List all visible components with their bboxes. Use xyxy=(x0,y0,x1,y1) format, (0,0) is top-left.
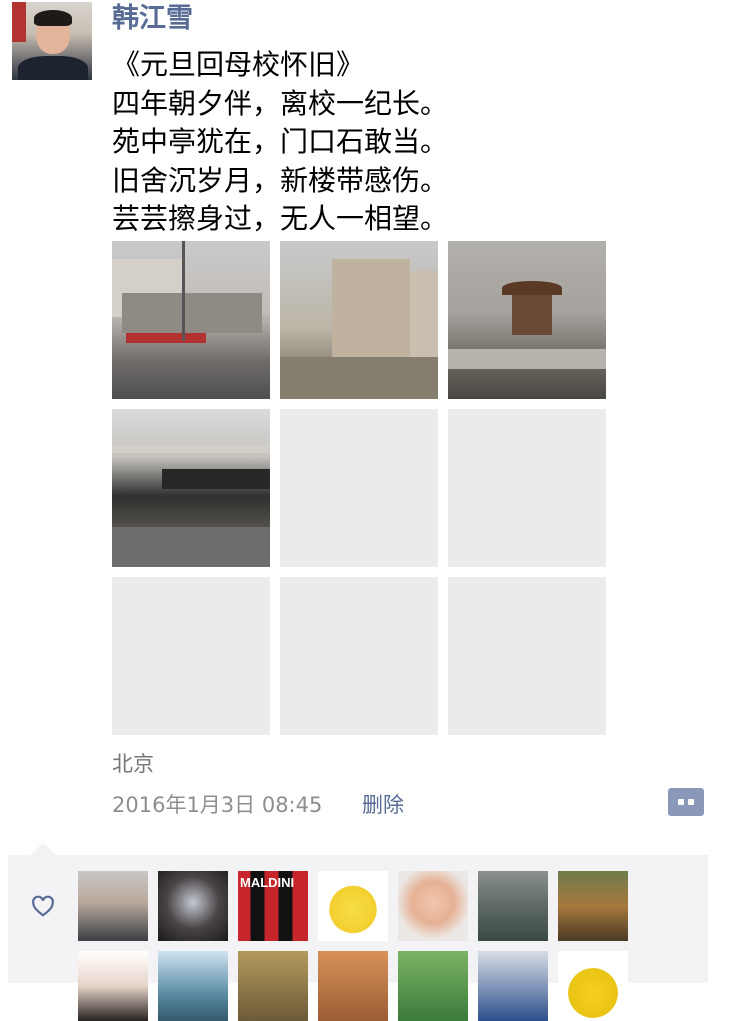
jersey-text: MALDINI xyxy=(240,875,295,890)
photo-grid xyxy=(112,241,606,735)
photo-tall-building[interactable] xyxy=(280,241,438,399)
photo-placeholder-5[interactable] xyxy=(280,409,438,567)
liker-avatar[interactable] xyxy=(78,951,148,1021)
photo-placeholder-6[interactable] xyxy=(448,409,606,567)
liker-avatar[interactable] xyxy=(478,871,548,941)
photo-pavilion-lake[interactable] xyxy=(448,241,606,399)
post-text: 《元旦回母校怀旧》四年朝夕伴，离校一纪长。 苑中亭犹在，门口石敢当。 旧舍沉岁月，新… xyxy=(112,46,448,239)
photo-old-dormitory[interactable] xyxy=(112,409,270,567)
liker-avatar[interactable] xyxy=(558,951,628,1021)
author-name[interactable]: 韩江雪 xyxy=(112,2,193,36)
liker-avatar[interactable] xyxy=(238,951,308,1021)
photo-placeholder-7[interactable] xyxy=(112,577,270,735)
liker-avatar[interactable] xyxy=(478,951,548,1021)
dot-icon xyxy=(678,799,684,805)
liker-avatar[interactable] xyxy=(158,871,228,941)
photo-gate-street[interactable] xyxy=(112,241,270,399)
liker-avatar[interactable]: MALDINI xyxy=(238,871,308,941)
post-line: 四年朝夕伴，离校一纪长。 xyxy=(112,86,449,120)
dot-icon xyxy=(688,799,694,805)
post-line: 芸芸擦身过，无人一相望。 xyxy=(112,202,449,235)
liker-avatar[interactable] xyxy=(318,951,388,1021)
delete-link[interactable]: 删除 xyxy=(362,789,404,819)
timestamp: 2016年1月3日 08:45 xyxy=(112,793,323,817)
comment-menu-button[interactable] xyxy=(668,788,704,816)
heart-outline-icon xyxy=(32,895,54,917)
author-avatar[interactable] xyxy=(12,2,92,80)
liker-avatar[interactable] xyxy=(398,951,468,1021)
liker-avatar[interactable] xyxy=(398,871,468,941)
liker-avatar[interactable] xyxy=(558,871,628,941)
liker-avatar[interactable] xyxy=(158,951,228,1021)
post-line: 苑中亭犹在，门口石敢当。 xyxy=(112,125,449,158)
panel-arrow xyxy=(30,843,56,855)
photo-placeholder-8[interactable] xyxy=(280,577,438,735)
post-line: 《元旦回母校怀旧》 xyxy=(112,48,365,81)
location-label[interactable]: 北京 xyxy=(112,748,154,778)
liker-avatar[interactable] xyxy=(318,871,388,941)
likes-panel: MALDINI xyxy=(8,843,708,1021)
post-line: 旧舍沉岁月，新楼带感伤。 xyxy=(112,163,449,197)
liker-avatar[interactable] xyxy=(78,871,148,941)
photo-placeholder-9[interactable] xyxy=(448,577,606,735)
